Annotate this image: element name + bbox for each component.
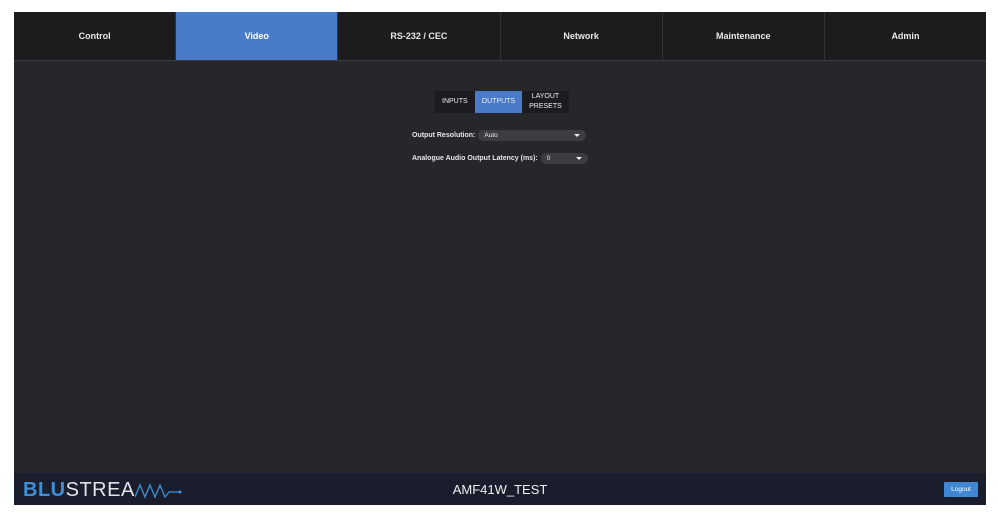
tab-maintenance[interactable]: Maintenance	[663, 12, 825, 60]
logout-button[interactable]: Logout	[944, 482, 978, 497]
subtab-inputs[interactable]: INPUTS	[435, 91, 475, 113]
subtab-outputs[interactable]: OUTPUTS	[474, 91, 523, 113]
tab-admin[interactable]: Admin	[825, 12, 986, 60]
audio-latency-value: 0	[546, 155, 551, 162]
main-tabs: Control Video RS-232 / CEC Network Maint…	[14, 12, 986, 61]
layout-label: LAYOUT PRESETS	[529, 92, 562, 112]
tab-video[interactable]: Video	[176, 12, 339, 60]
layout-line2: PRESETS	[529, 103, 562, 110]
footer: BLU STREA AMF41W_TEST Logout	[14, 473, 986, 505]
output-resolution-value: Auto	[484, 132, 498, 139]
audio-latency-row: Analogue Audio Output Latency (ms): 0	[412, 153, 588, 164]
chevron-down-icon	[574, 134, 581, 137]
tab-network[interactable]: Network	[501, 12, 663, 60]
layout-line1: LAYOUT	[531, 93, 560, 100]
subtab-layout-presets[interactable]: LAYOUT PRESETS	[522, 91, 569, 113]
output-resolution-label: Output Resolution:	[412, 132, 476, 139]
chevron-down-icon	[575, 157, 582, 160]
app: Control Video RS-232 / CEC Network Maint…	[14, 12, 986, 505]
tab-rs232-cec[interactable]: RS-232 / CEC	[338, 12, 501, 60]
audio-latency-select[interactable]: 0	[540, 153, 588, 164]
output-resolution-select[interactable]: Auto	[478, 130, 587, 141]
output-resolution-row: Output Resolution: Auto	[412, 130, 587, 141]
tab-control[interactable]: Control	[14, 12, 177, 60]
device-name: AMF41W_TEST	[452, 482, 548, 497]
audio-latency-label: Analogue Audio Output Latency (ms):	[412, 155, 538, 162]
sub-tabs: INPUTS OUTPUTS LAYOUT PRESETS	[435, 91, 569, 113]
